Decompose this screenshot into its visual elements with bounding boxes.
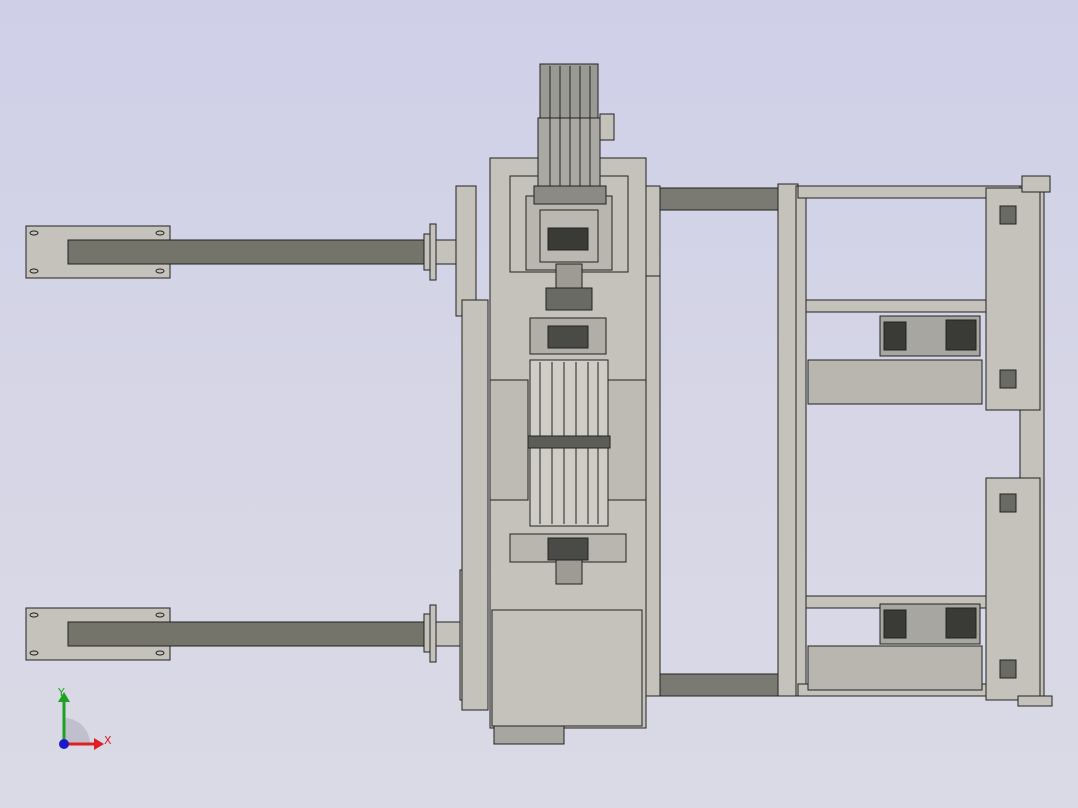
upper-left-arm[interactable] [25,223,467,281]
y-axis-label: Y [58,686,65,699]
lower-left-arm[interactable] [25,604,467,663]
assembly-drawing[interactable] [0,0,1078,808]
roller-drum[interactable] [527,359,611,527]
cad-viewport[interactable]: Y X [0,0,1078,808]
cross-rails[interactable] [659,187,781,697]
x-axis-label: X [104,734,112,747]
